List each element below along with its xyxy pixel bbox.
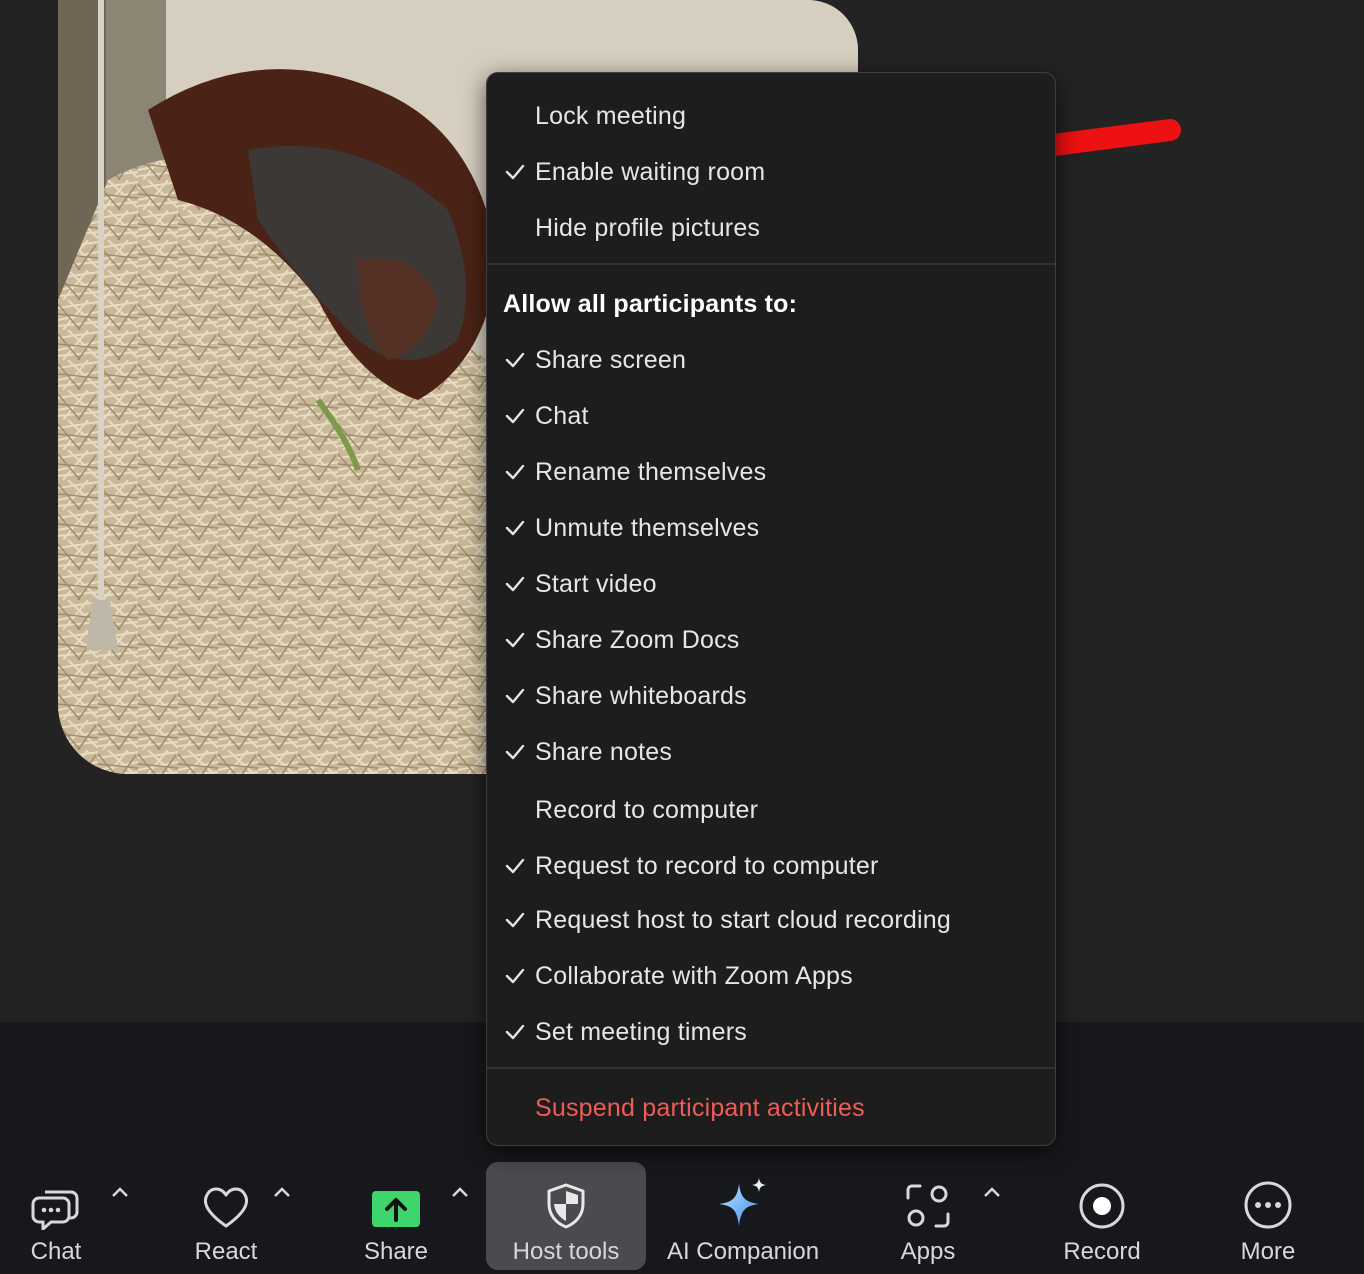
checkmark-icon xyxy=(503,628,527,652)
menu-item-label: Request to record to computer xyxy=(535,851,879,880)
menu-item-label: Request host to start cloud recording xyxy=(535,905,951,934)
checkmark-icon xyxy=(503,684,527,708)
menu-item-label: Collaborate with Zoom Apps xyxy=(535,961,853,990)
menu-item-label: Share whiteboards xyxy=(535,681,747,710)
chat-button[interactable]: Chat xyxy=(14,1162,98,1270)
menu-item-label: Start video xyxy=(535,569,657,598)
menu-item-label: Hide profile pictures xyxy=(535,213,761,242)
menu-item-unmute-themselves[interactable]: Unmute themselves xyxy=(487,506,1055,550)
ai-companion-button[interactable]: AI Companion xyxy=(660,1162,826,1270)
share-screen-icon xyxy=(371,1162,421,1230)
share-button[interactable]: Share xyxy=(350,1162,442,1270)
host-tools-label: Host tools xyxy=(512,1238,620,1265)
menu-item-label: Unmute themselves xyxy=(535,513,760,542)
menu-item-label: Set meeting timers xyxy=(535,1017,748,1046)
menu-item-label: Share screen xyxy=(535,345,687,374)
menu-item-set-meeting-timers[interactable]: Set meeting timers xyxy=(487,1010,1055,1054)
checkmark-icon xyxy=(503,404,527,428)
menu-item-record-to-computer[interactable]: Record to computer xyxy=(487,788,1055,832)
more-icon xyxy=(1243,1162,1293,1230)
host-tools-button[interactable]: Host tools xyxy=(486,1162,646,1270)
menu-item-label: Rename themselves xyxy=(535,457,767,486)
menu-item-allow-all-participants-header: Allow all participants to: xyxy=(487,282,1055,326)
menu-item-label: Allow all participants to: xyxy=(503,289,798,318)
react-label: React xyxy=(194,1238,258,1265)
sparkle-icon xyxy=(715,1162,771,1230)
chat-label: Chat xyxy=(30,1238,82,1265)
menu-item-label: Enable waiting room xyxy=(535,157,766,186)
react-button[interactable]: React xyxy=(180,1162,272,1270)
share-options-chevron-up-icon[interactable] xyxy=(448,1180,472,1204)
more-button[interactable]: More xyxy=(1224,1162,1312,1270)
menu-item-suspend-participant-activities[interactable]: Suspend participant activities xyxy=(487,1086,1055,1130)
checkmark-icon xyxy=(503,348,527,372)
checkmark-icon xyxy=(503,740,527,764)
checkmark-icon xyxy=(503,460,527,484)
menu-item-share-zoom-docs[interactable]: Share Zoom Docs xyxy=(487,618,1055,662)
menu-item-share-notes[interactable]: Share notes xyxy=(487,730,1055,774)
menu-item-request-to-record-to-computer[interactable]: Request to record to computer xyxy=(487,844,1055,888)
menu-item-label: Share Zoom Docs xyxy=(535,625,740,654)
menu-item-label: Share notes xyxy=(535,737,673,766)
menu-item-enable-waiting-room[interactable]: Enable waiting room xyxy=(487,150,1055,194)
menu-item-hide-profile-pictures[interactable]: Hide profile pictures xyxy=(487,206,1055,250)
menu-separator xyxy=(487,1067,1055,1069)
apps-options-chevron-up-icon[interactable] xyxy=(980,1180,1004,1204)
apps-label: Apps xyxy=(900,1238,956,1265)
checkmark-icon xyxy=(503,160,527,184)
checkmark-icon xyxy=(503,1020,527,1044)
shield-icon xyxy=(544,1162,588,1230)
menu-item-start-video[interactable]: Start video xyxy=(487,562,1055,606)
checkmark-icon xyxy=(503,516,527,540)
share-label: Share xyxy=(363,1238,429,1265)
menu-item-label: Suspend participant activities xyxy=(535,1093,865,1122)
menu-item-label: Lock meeting xyxy=(535,101,687,130)
apps-icon xyxy=(904,1162,952,1230)
heart-icon xyxy=(201,1162,251,1230)
react-options-chevron-up-icon[interactable] xyxy=(270,1180,294,1204)
chat-icon xyxy=(31,1162,81,1230)
checkmark-icon xyxy=(503,964,527,988)
menu-item-label: Chat xyxy=(535,401,589,430)
record-label: Record xyxy=(1063,1238,1141,1265)
checkmark-icon xyxy=(503,854,527,878)
menu-separator xyxy=(487,263,1055,265)
menu-item-collaborate-with-zoom-apps[interactable]: Collaborate with Zoom Apps xyxy=(487,954,1055,998)
record-icon xyxy=(1078,1162,1126,1230)
menu-item-lock-meeting[interactable]: Lock meeting xyxy=(487,94,1055,138)
menu-item-share-screen[interactable]: Share screen xyxy=(487,338,1055,382)
menu-item-label: Record to computer xyxy=(535,795,759,824)
menu-item-chat[interactable]: Chat xyxy=(487,394,1055,438)
apps-button[interactable]: Apps xyxy=(882,1162,974,1270)
menu-item-share-whiteboards[interactable]: Share whiteboards xyxy=(487,674,1055,718)
ai-companion-label: AI Companion xyxy=(666,1238,820,1265)
menu-item-request-host-to-start-cloud-recording[interactable]: Request host to start cloud recording xyxy=(487,898,1055,942)
checkmark-icon xyxy=(503,908,527,932)
host-tools-menu: Lock meeting Enable waiting room Hide prof… xyxy=(486,72,1056,1146)
menu-item-rename-themselves[interactable]: Rename themselves xyxy=(487,450,1055,494)
more-label: More xyxy=(1240,1238,1296,1265)
chat-options-chevron-up-icon[interactable] xyxy=(108,1180,132,1204)
record-button[interactable]: Record xyxy=(1050,1162,1154,1270)
checkmark-icon xyxy=(503,572,527,596)
